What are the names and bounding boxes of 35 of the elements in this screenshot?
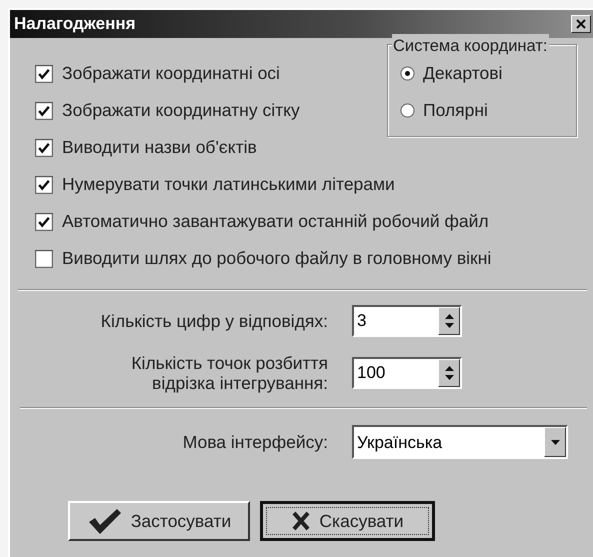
- number-spinner[interactable]: 3: [352, 305, 462, 337]
- radio-button[interactable]: [400, 103, 415, 118]
- checkbox[interactable]: [35, 250, 53, 268]
- apply-button[interactable]: Застосувати: [68, 501, 250, 542]
- window-title: Налагодження: [14, 13, 136, 36]
- checkbox[interactable]: [35, 212, 53, 230]
- checkbox[interactable]: [35, 138, 53, 156]
- checkbox[interactable]: [35, 102, 53, 120]
- up-down-arrows-icon: [444, 366, 454, 380]
- check-mark-icon: [86, 508, 123, 534]
- field-label: Кількість точок розбиття відрізка інтегрування:: [130, 353, 328, 394]
- checkbox[interactable]: [35, 176, 53, 194]
- field-label: Мова інтерфейсу:: [182, 432, 328, 452]
- spin-buttons[interactable]: [438, 359, 460, 388]
- cancel-button[interactable]: Скасувати: [260, 501, 435, 542]
- number-spinner[interactable]: 100: [352, 357, 462, 390]
- checkbox-label: Нумерувати точки латинськими літерами: [62, 173, 395, 196]
- language-dropdown[interactable]: Українська: [352, 425, 568, 460]
- caret-icon: [550, 440, 560, 445]
- field-label: Кількість цифр у відповідях:: [100, 310, 328, 332]
- up-down-arrows-icon: [444, 314, 454, 328]
- close-icon: [576, 19, 586, 29]
- radio-button[interactable]: [400, 66, 415, 81]
- radio-label: Полярні: [423, 99, 488, 122]
- dropdown-arrow-button[interactable]: [544, 427, 566, 458]
- close-button[interactable]: [571, 15, 591, 33]
- checkbox-label: Зображати координатні осі: [62, 62, 280, 86]
- checkbox[interactable]: [35, 64, 53, 82]
- checkbox-label: Виводити назви об'єктів: [62, 136, 257, 160]
- checkbox-label: Автоматично завантажувати останній робочий файл: [62, 210, 489, 234]
- checkbox-label: Виводити шлях до робочого файлу в головному вікні: [62, 247, 492, 270]
- cross-icon: [291, 511, 312, 532]
- radio-label: Декартові: [423, 62, 502, 86]
- spin-buttons[interactable]: [438, 307, 460, 335]
- checkbox-label: Зображати координатну сітку: [62, 99, 300, 122]
